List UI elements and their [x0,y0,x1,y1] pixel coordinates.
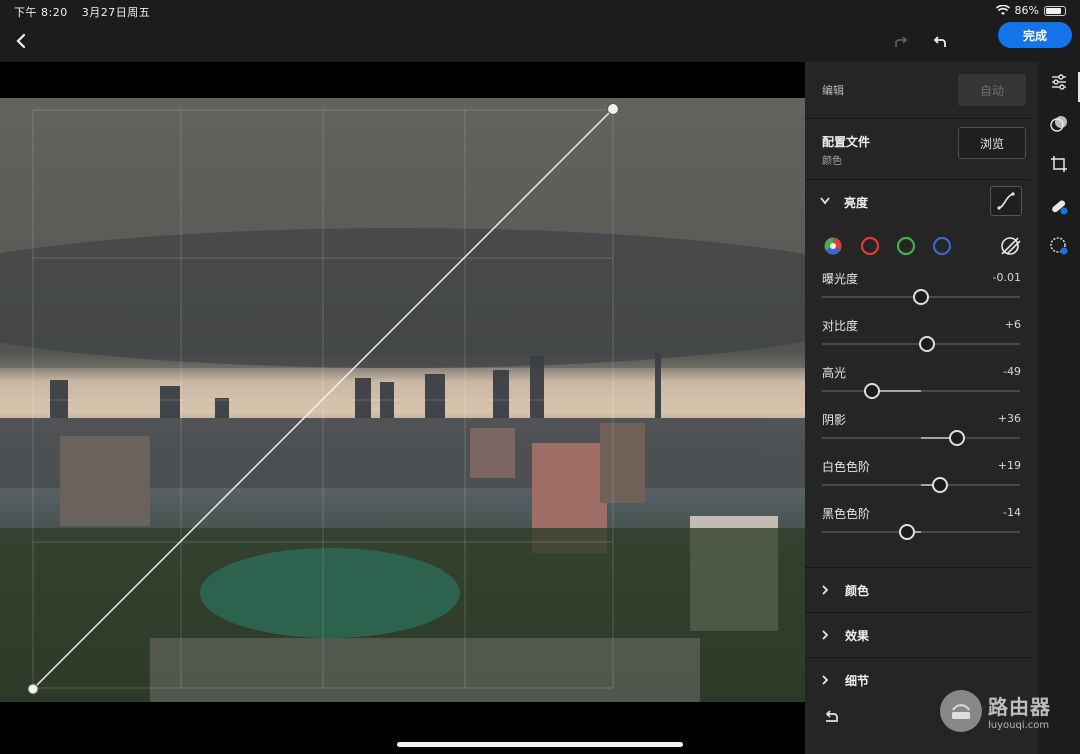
light-section-title: 亮度 [844,196,869,210]
slider-thumb[interactable] [948,430,965,446]
battery-fill [1046,7,1062,14]
slider-track[interactable] [822,437,1020,439]
edit-panel: 编辑 自动 配置文件 颜色 浏览 亮度 曝光度 -0.01 对比度 +6 高光 … [805,62,1038,754]
redo-icon [895,36,908,47]
slider-track[interactable] [822,484,1020,486]
photo-canvas [0,62,805,754]
crop-icon [1051,156,1067,172]
blue-channel-icon[interactable] [932,236,952,256]
tool-rail [1038,62,1080,754]
photo-preview[interactable] [0,98,805,702]
chevron-right-icon [822,630,829,640]
watermark-cn: 路由器 [988,695,1051,719]
slider-label: 白色色阶 [822,460,871,474]
profile-row: 配置文件 颜色 浏览 [805,119,1038,179]
reset-button[interactable] [823,708,841,728]
tone-curve-overlay [0,98,805,702]
hide-curve-icon[interactable] [999,236,1021,256]
reset-icon [825,710,838,722]
redo-button[interactable] [889,30,913,54]
color-section-title: 颜色 [845,583,870,598]
red-channel-icon[interactable] [860,236,880,256]
slider-label: 阴影 [822,413,847,427]
done-button[interactable]: 完成 [998,22,1072,48]
tone-curve-toggle[interactable] [990,186,1022,216]
edit-tool-button[interactable] [1049,72,1069,92]
green-channel-icon[interactable] [896,236,916,256]
profile-title: 配置文件 [822,135,871,149]
watermark: 路由器 luyouqi.com [940,690,1051,732]
slider-value: +19 [997,459,1021,472]
sliders-icon [1052,74,1066,90]
effects-section-title: 效果 [845,628,870,643]
top-bar: 下午 8:20 3月27日周五 86% 完成 [0,0,1080,62]
edit-label: 编辑 [822,84,844,97]
battery-percent: 86% [1014,4,1039,17]
slider-label: 曝光度 [822,272,859,286]
slider-thumb[interactable] [864,383,881,399]
slider-thumb[interactable] [899,524,916,540]
edit-header: 编辑 自动 [805,62,1038,118]
curve-point-white[interactable] [607,103,619,115]
slider-track[interactable] [822,531,1020,533]
browse-button[interactable]: 浏览 [958,127,1026,159]
auto-button[interactable]: 自动 [958,74,1026,106]
status-bar-right: 86% [995,4,1066,17]
slider-label: 黑色色阶 [822,507,871,521]
wifi-icon [995,5,1010,15]
slider-value: +36 [997,412,1021,425]
slider-thumb[interactable] [913,289,929,305]
light-section-header[interactable]: 亮度 [805,180,1038,224]
slider-label: 对比度 [822,319,859,333]
status-bar-left: 下午 8:20 3月27日周五 [14,4,160,20]
undo-icon [933,36,946,47]
battery-icon [1044,5,1066,16]
rgb-channel-icon[interactable] [824,237,842,255]
color-section-header[interactable]: 颜色 [805,568,1030,612]
router-logo-icon [940,690,982,732]
home-indicator [397,742,683,747]
back-button[interactable] [8,28,34,54]
chevron-right-icon [822,675,829,685]
detail-section-title: 细节 [845,673,870,688]
watermark-en: luyouqi.com [988,720,1050,731]
slider-value: -14 [1003,506,1021,519]
chevron-left-icon [16,33,26,49]
status-date: 3月27日周五 [81,6,151,19]
slider-thumb[interactable] [918,336,935,352]
trees [0,528,805,702]
slider-value: +6 [1004,318,1021,331]
slider-value: -0.01 [992,271,1021,284]
curve-icon [997,192,1015,210]
presets-tool-button[interactable] [1049,114,1069,134]
crop-tool-button[interactable] [1049,154,1069,174]
slider-thumb[interactable] [931,477,948,493]
presets-icon [1050,116,1067,132]
chevron-right-icon [822,585,829,595]
masking-icon [1050,237,1068,255]
effects-section-header[interactable]: 效果 [805,613,1030,657]
chevron-down-icon [820,197,830,205]
masking-tool-button[interactable] [1049,236,1069,256]
slider-label: 高光 [822,366,847,380]
slider-value: -49 [1003,365,1021,378]
healing-tool-button[interactable] [1049,196,1069,216]
undo-button[interactable] [928,30,952,54]
bandage-icon [1052,200,1068,215]
status-time: 下午 8:20 [14,6,68,19]
profile-subtitle: 颜色 [822,156,842,167]
curve-channel-row [805,232,1038,260]
slider-track[interactable] [822,390,1020,392]
curve-point-black[interactable] [27,683,39,695]
